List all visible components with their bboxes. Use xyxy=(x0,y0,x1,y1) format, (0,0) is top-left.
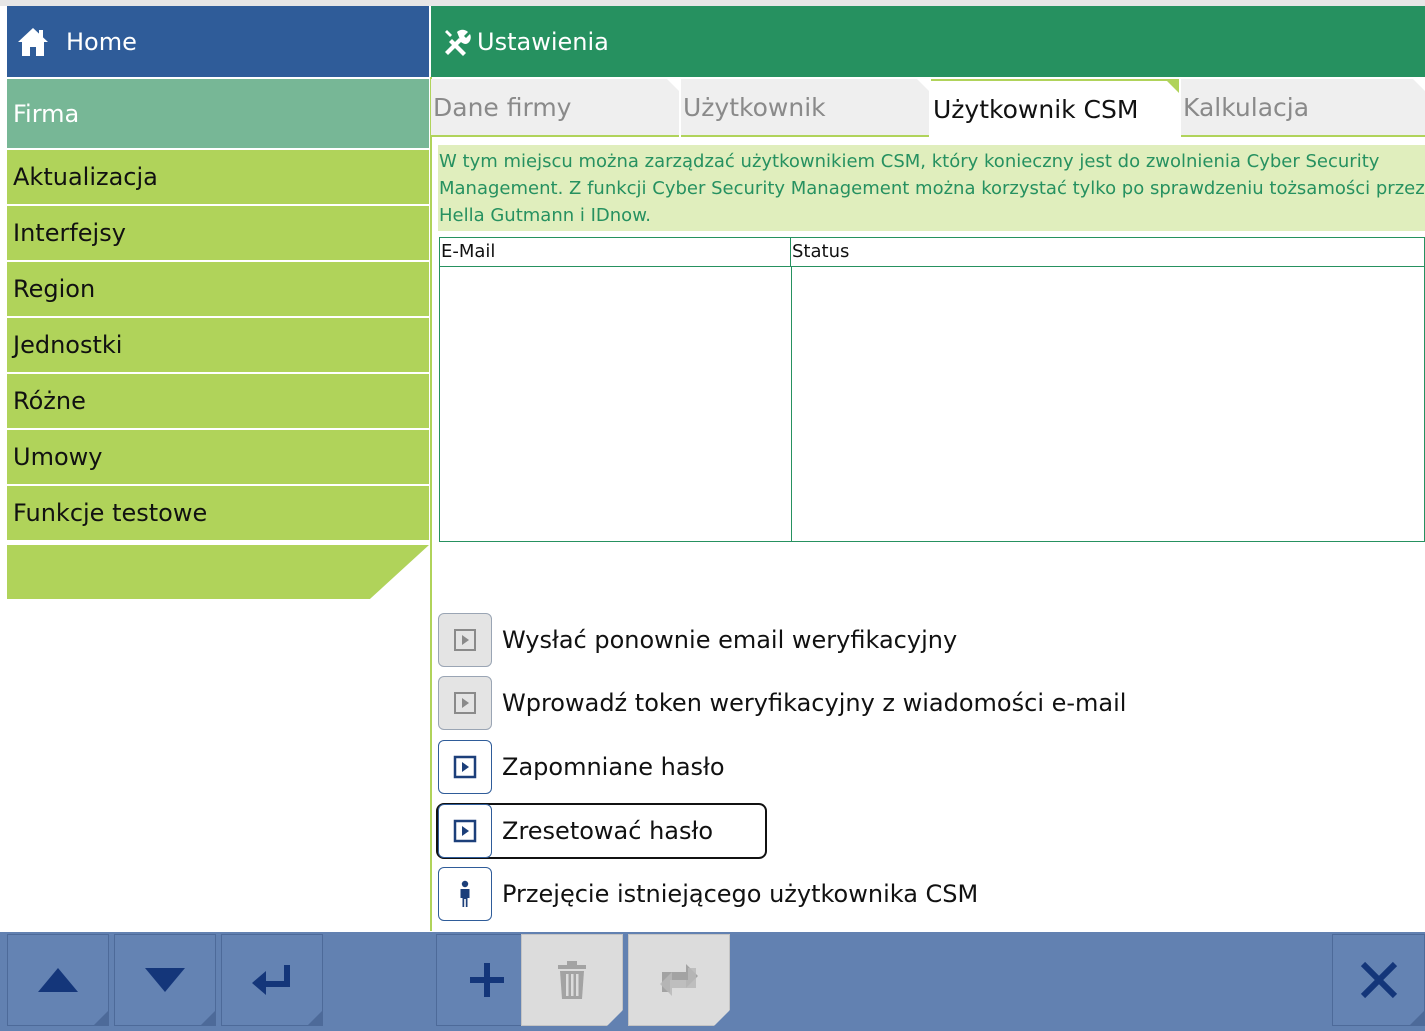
sidebar-item-label: Różne xyxy=(13,387,86,415)
sidebar-end-decoration xyxy=(7,545,429,599)
person-icon xyxy=(438,867,492,921)
settings-header: Ustawienia xyxy=(431,6,1425,77)
home-label: Home xyxy=(66,27,137,56)
reset-password-action[interactable]: Zresetować hasło xyxy=(438,803,713,859)
play-box-icon xyxy=(438,676,492,730)
csm-user-table[interactable]: E-Mail Status xyxy=(439,237,1425,542)
tab-label: Kalkulacja xyxy=(1183,92,1310,122)
play-box-icon xyxy=(438,740,492,794)
play-box-icon xyxy=(438,613,492,667)
sidebar-item-region[interactable]: Region xyxy=(7,262,429,317)
sidebar-item-label: Region xyxy=(13,275,96,303)
delete-button[interactable] xyxy=(521,934,623,1026)
enter-verification-token-action[interactable]: Wprowadź token weryfikacyjny z wiadomośc… xyxy=(438,675,1126,731)
column-header-email[interactable]: E-Mail xyxy=(440,238,791,266)
sidebar-item-label: Umowy xyxy=(13,443,103,471)
action-label: Zresetować hasło xyxy=(502,817,713,845)
refresh-button[interactable] xyxy=(628,934,730,1026)
resend-verification-email-action[interactable]: Wysłać ponownie email weryfikacyjny xyxy=(438,612,957,668)
takeover-csm-user-action[interactable]: Przejęcie istniejącego użytkownika CSM xyxy=(438,866,978,922)
tab-label: Użytkownik CSM xyxy=(933,94,1139,124)
tab-uzytkownik-csm[interactable]: Użytkownik CSM xyxy=(931,79,1179,137)
refresh-icon xyxy=(660,964,698,996)
enter-icon xyxy=(252,965,290,995)
sidebar-item-label: Aktualizacja xyxy=(13,163,158,191)
sidebar-item-funkcje-testowe[interactable]: Funkcje testowe xyxy=(7,486,429,541)
scroll-up-button[interactable] xyxy=(7,934,109,1026)
arrow-up-icon xyxy=(38,968,78,992)
enter-button[interactable] xyxy=(221,934,323,1026)
tab-dane-firmy[interactable]: Dane firmy xyxy=(431,79,679,137)
sidebar-item-label: Funkcje testowe xyxy=(13,499,208,527)
sidebar-item-rozne[interactable]: Różne xyxy=(7,374,429,429)
plus-icon xyxy=(470,963,504,997)
close-icon xyxy=(1360,961,1397,999)
tools-icon xyxy=(445,29,471,56)
home-icon xyxy=(18,27,48,56)
forgot-password-action[interactable]: Zapomniane hasło xyxy=(438,739,725,795)
sidebar-item-label: Jednostki xyxy=(13,331,123,359)
sidebar-item-umowy[interactable]: Umowy xyxy=(7,430,429,485)
action-label: Wysłać ponownie email weryfikacyjny xyxy=(502,626,958,654)
sidebar-item-label: Firma xyxy=(13,99,80,128)
sidebar-item-firma[interactable]: Firma xyxy=(7,79,429,149)
action-label: Zapomniane hasło xyxy=(502,753,725,781)
tab-kalkulacja[interactable]: Kalkulacja xyxy=(1181,79,1425,137)
sidebar-item-label: Interfejsy xyxy=(13,219,126,247)
sidebar-item-jednostki[interactable]: Jednostki xyxy=(7,318,429,373)
table-body xyxy=(440,267,1424,541)
sidebar-item-aktualizacja[interactable]: Aktualizacja xyxy=(7,150,429,205)
tab-label: Dane firmy xyxy=(433,92,572,122)
table-column-email xyxy=(440,267,792,541)
arrow-down-icon xyxy=(145,968,185,992)
scroll-down-button[interactable] xyxy=(114,934,216,1026)
column-header-status[interactable]: Status xyxy=(791,238,849,266)
tab-uzytkownik[interactable]: Użytkownik xyxy=(681,79,929,137)
home-button[interactable]: Home xyxy=(7,6,429,77)
table-header: E-Mail Status xyxy=(440,238,1424,267)
play-box-icon xyxy=(438,804,492,858)
settings-title: Ustawienia xyxy=(477,27,609,56)
tab-bar: Dane firmy Użytkownik Użytkownik CSM Kal… xyxy=(431,79,1425,137)
action-label: Przejęcie istniejącego użytkownika CSM xyxy=(502,880,979,908)
action-label: Wprowadź token weryfikacyjny z wiadomośc… xyxy=(502,689,1127,717)
sidebar-item-interfejsy[interactable]: Interfejsy xyxy=(7,206,429,261)
trash-icon xyxy=(558,961,586,999)
info-text: W tym miejscu można zarządzać użytkownik… xyxy=(438,145,1425,231)
close-button[interactable] xyxy=(1332,934,1425,1026)
tab-label: Użytkownik xyxy=(683,92,826,122)
bottom-toolbar xyxy=(0,932,1425,1031)
sidebar: Firma Aktualizacja Interfejsy Region Jed… xyxy=(7,79,429,542)
